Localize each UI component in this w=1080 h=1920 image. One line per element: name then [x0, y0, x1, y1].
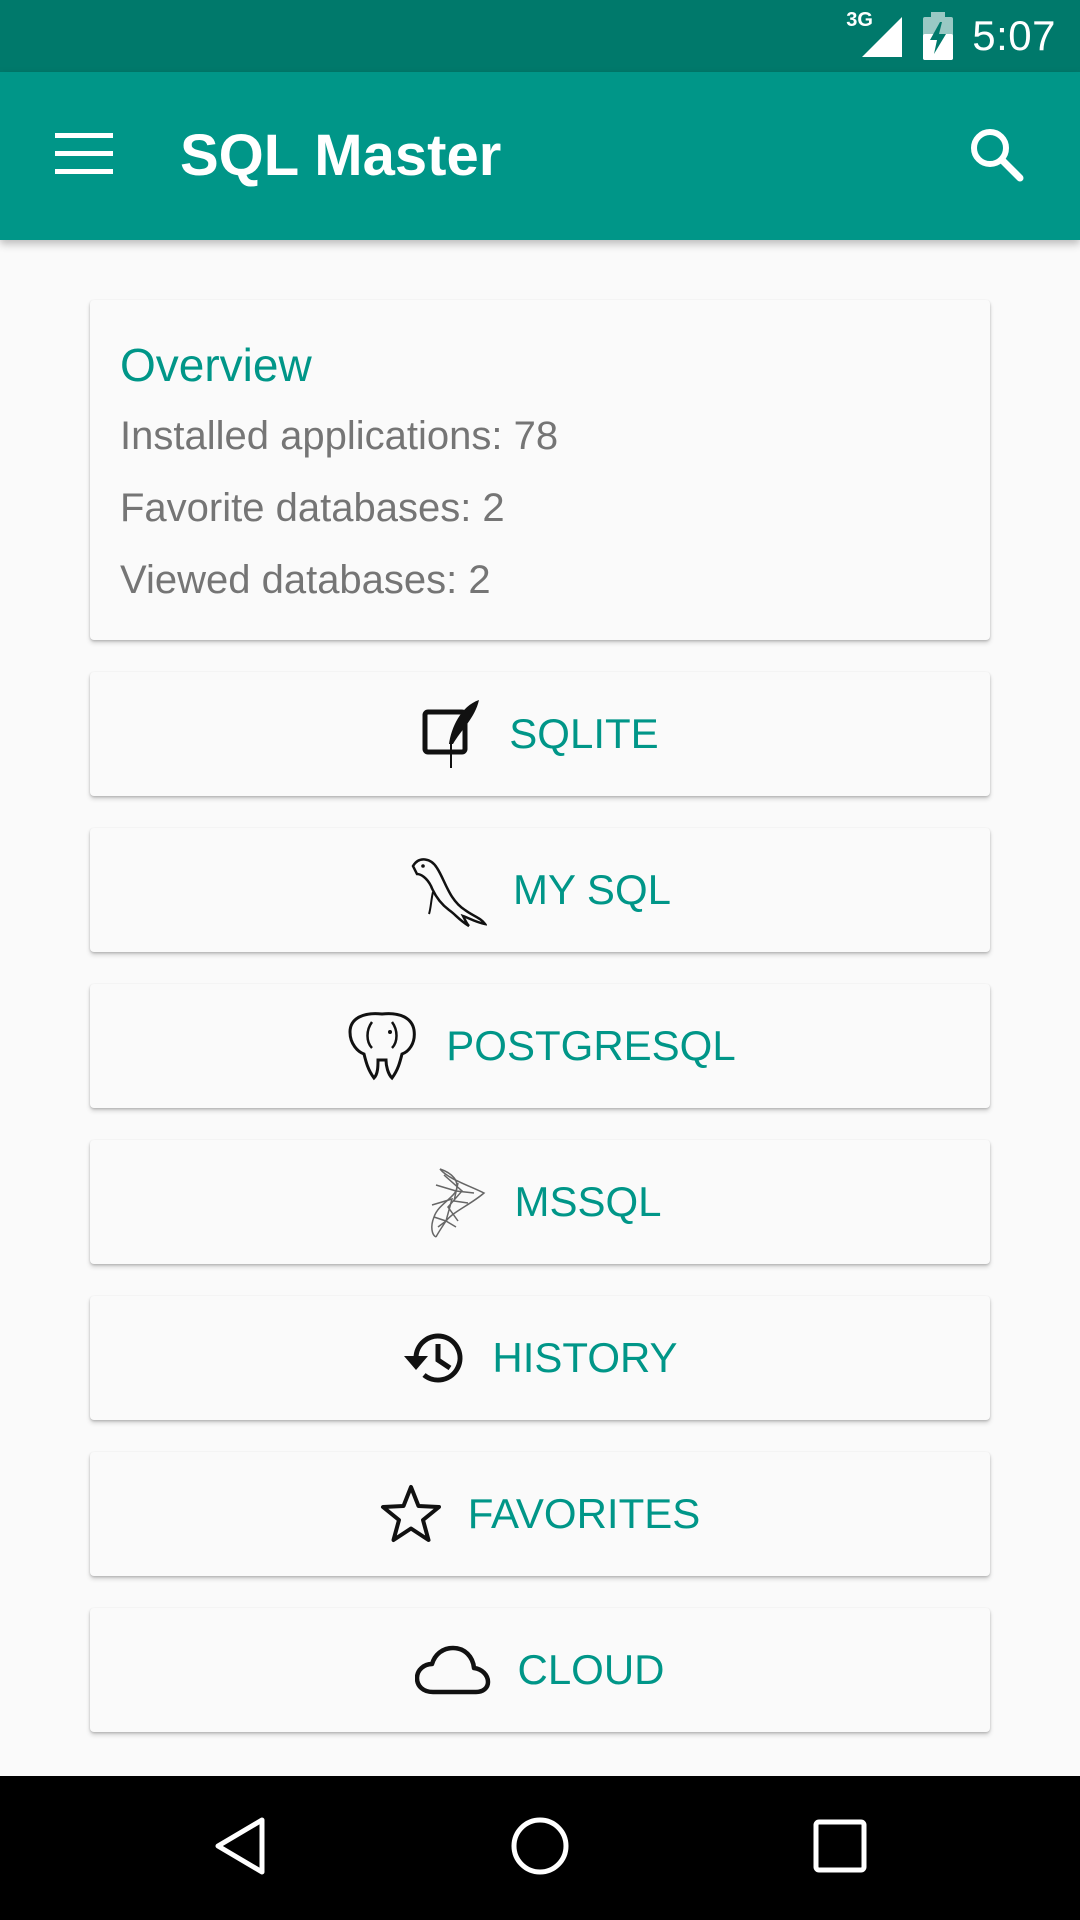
history-button[interactable]: HISTORY: [90, 1296, 990, 1420]
status-icons: 3G 5:07: [846, 0, 1056, 72]
cloud-label: CLOUD: [517, 1646, 665, 1693]
postgresql-button[interactable]: POSTGRESQL: [90, 984, 990, 1108]
history-label: HISTORY: [492, 1334, 678, 1381]
network-type-label: 3G: [846, 9, 873, 31]
favorite-databases-text: Favorite databases: 2: [120, 486, 505, 530]
mssql-label: MSSQL: [514, 1178, 662, 1225]
app-bar: SQL Master: [0, 72, 1080, 240]
menu-icon: [55, 132, 113, 180]
favorites-button[interactable]: FAVORITES: [90, 1452, 990, 1576]
battery-charging-icon: [922, 12, 954, 60]
cloud-button[interactable]: CLOUD: [90, 1608, 990, 1732]
sqlite-feather-icon: [421, 698, 483, 770]
sqlite-label: SQLITE: [509, 710, 659, 757]
mysql-label: MY SQL: [513, 866, 671, 913]
navigation-bar: [0, 1776, 1080, 1920]
star-icon: [380, 1484, 442, 1544]
back-icon: [212, 1816, 268, 1881]
sqlite-button[interactable]: SQLITE: [90, 672, 990, 796]
overview-title: Overview: [120, 339, 312, 391]
status-time: 5:07: [972, 12, 1056, 59]
cloud-icon: [415, 1644, 491, 1696]
back-button[interactable]: [190, 1798, 290, 1898]
signal-icon: 3G: [846, 9, 904, 59]
recents-icon: [813, 1819, 867, 1878]
search-icon: [968, 126, 1024, 187]
main-content[interactable]: Overview Installed applications: 78 Favo…: [0, 240, 1080, 1776]
viewed-databases-text: Viewed databases: 2: [120, 558, 491, 602]
overview-card: Overview Installed applications: 78 Favo…: [90, 300, 990, 640]
history-icon: [402, 1328, 466, 1388]
app-title: SQL Master: [180, 123, 502, 188]
mssql-button[interactable]: MSSQL: [90, 1140, 990, 1264]
home-icon: [510, 1816, 570, 1881]
mssql-icon: [418, 1165, 488, 1239]
recents-button[interactable]: [790, 1798, 890, 1898]
mysql-dolphin-icon: [409, 852, 488, 928]
mysql-button[interactable]: MY SQL: [90, 828, 990, 952]
menu-button[interactable]: [40, 116, 128, 196]
installed-applications-text: Installed applications: 78: [120, 414, 559, 458]
status-bar: 3G 5:07: [0, 0, 1080, 72]
home-button[interactable]: [490, 1798, 590, 1898]
postgresql-label: POSTGRESQL: [446, 1022, 736, 1069]
favorites-label: FAVORITES: [467, 1490, 701, 1537]
search-button[interactable]: [952, 116, 1040, 196]
postgresql-elephant-icon: [344, 1008, 420, 1084]
